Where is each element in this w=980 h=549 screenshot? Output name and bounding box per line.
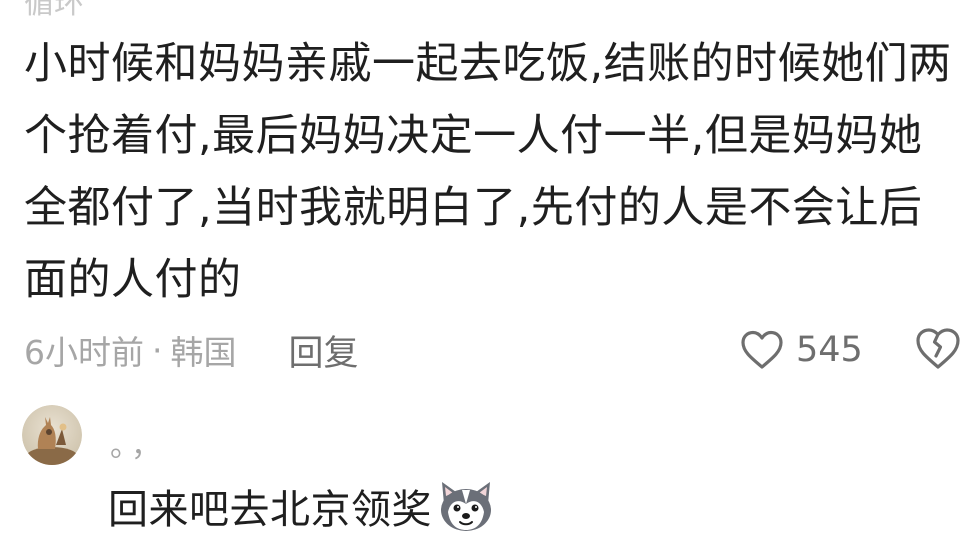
comment-thread: 循环 小时候和妈妈亲戚一起去吃饭,结账的时候她们两个抢着付,最后妈妈决定一人付一… <box>0 0 980 549</box>
dislike-button[interactable] <box>914 327 962 375</box>
avatar[interactable] <box>22 405 82 465</box>
reply-item: 。， 回来吧去北京领奖 <box>22 405 962 545</box>
comment-text: 小时候和妈妈亲戚一起去吃饭,结账的时候她们两个抢着付,最后妈妈决定一人付一半,但… <box>24 39 952 305</box>
meta-separator: · <box>152 330 163 370</box>
avatar-illustration-icon <box>22 405 82 465</box>
reply-button[interactable]: 回复 <box>289 325 359 376</box>
reply-username[interactable]: 。， <box>110 421 167 465</box>
comment-timestamp: 6小时前 <box>24 333 144 372</box>
husky-dog-sticker-icon <box>441 482 491 531</box>
comment-region: 韩国 <box>170 333 237 372</box>
heart-outline-icon <box>741 330 783 369</box>
comment-meta-row: 6小时前 · 韩国 回复 545 <box>24 322 980 378</box>
reply-text-row: 回来吧去北京领奖 <box>108 477 496 535</box>
reply-text: 回来吧去北京领奖 <box>108 487 432 533</box>
like-count: 545 <box>796 330 863 370</box>
broken-heart-icon <box>916 328 960 369</box>
like-button[interactable]: 545 <box>740 322 863 378</box>
cut-off-header-text: 循环 <box>24 0 84 21</box>
